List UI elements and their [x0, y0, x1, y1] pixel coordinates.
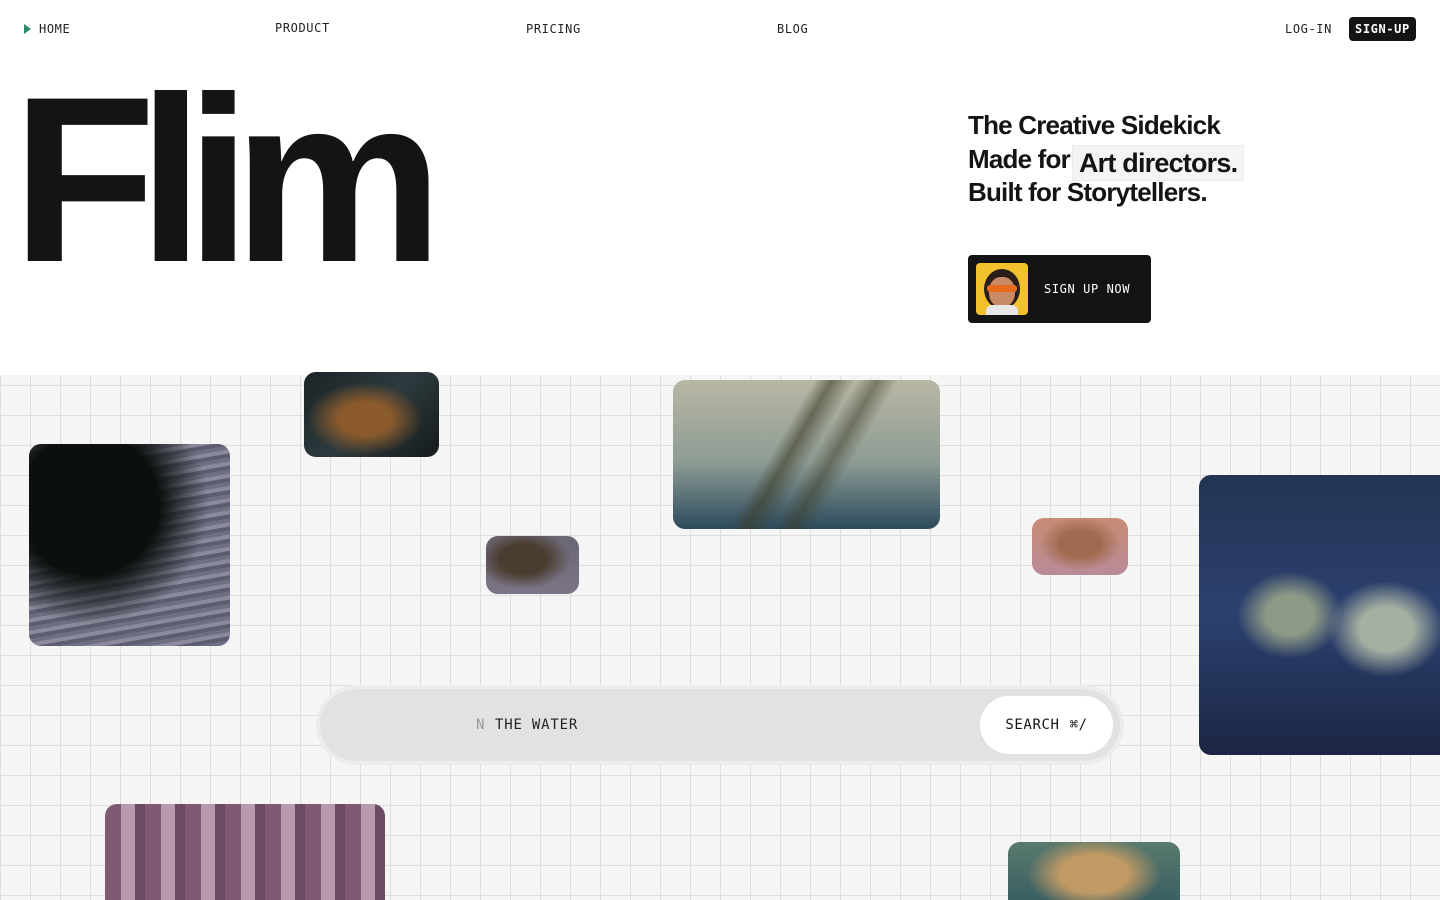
palm-shadow-water-image[interactable]: [673, 380, 940, 529]
pink-water-image[interactable]: [105, 804, 385, 900]
avatar-face-shape: [989, 277, 1015, 307]
signup-now-label: SIGN UP NOW: [1044, 282, 1131, 296]
nav-home-label: HOME: [39, 22, 71, 36]
signup-now-button[interactable]: SIGN UP NOW: [968, 255, 1151, 323]
tree-reflection-image[interactable]: [486, 536, 579, 594]
avatar-glasses-shape: [987, 285, 1017, 292]
signup-button[interactable]: SIGN-UP: [1349, 17, 1416, 41]
tagline-line-3: Built for Storytellers.: [968, 177, 1208, 207]
tagline-highlight-role: Art directors.: [1071, 145, 1245, 181]
nav-blog-link[interactable]: BLOG: [777, 22, 808, 36]
aerial-landscape-image[interactable]: [304, 372, 439, 457]
search-query-prefix: N: [476, 717, 486, 733]
search-button-label: SEARCH: [1005, 717, 1060, 733]
login-link[interactable]: LOG-IN: [1285, 22, 1332, 36]
search-input[interactable]: THE WATER: [495, 717, 578, 733]
avatar-shirt-shape: [986, 305, 1018, 315]
tagline-line-1: The Creative Sidekick: [968, 110, 1221, 140]
brand-logo: Flim: [12, 48, 443, 312]
avatar: [976, 263, 1028, 315]
water-reflection-image[interactable]: [29, 444, 230, 646]
nav-home-link[interactable]: HOME: [24, 22, 70, 36]
nav-product-link[interactable]: PRODUCT: [275, 21, 330, 35]
nav-pricing-link[interactable]: PRICING: [526, 22, 581, 36]
keyboard-shortcut-hint: ⌘/: [1069, 717, 1088, 733]
search-button[interactable]: SEARCH ⌘/: [980, 696, 1113, 754]
tagline-line-2-prefix: Made for: [968, 144, 1071, 174]
hero-tagline: The Creative Sidekick Made for Art direct…: [968, 110, 1245, 208]
search-bar: N THE WATER SEARCH ⌘/: [320, 689, 1120, 761]
people-reflection-image[interactable]: [1199, 475, 1440, 755]
figure-reflection-image[interactable]: [1032, 518, 1128, 575]
tagline-line-2: Made for Art directors.: [968, 141, 1245, 181]
rippled-water-image[interactable]: [1008, 842, 1180, 900]
play-triangle-icon: [24, 24, 31, 34]
